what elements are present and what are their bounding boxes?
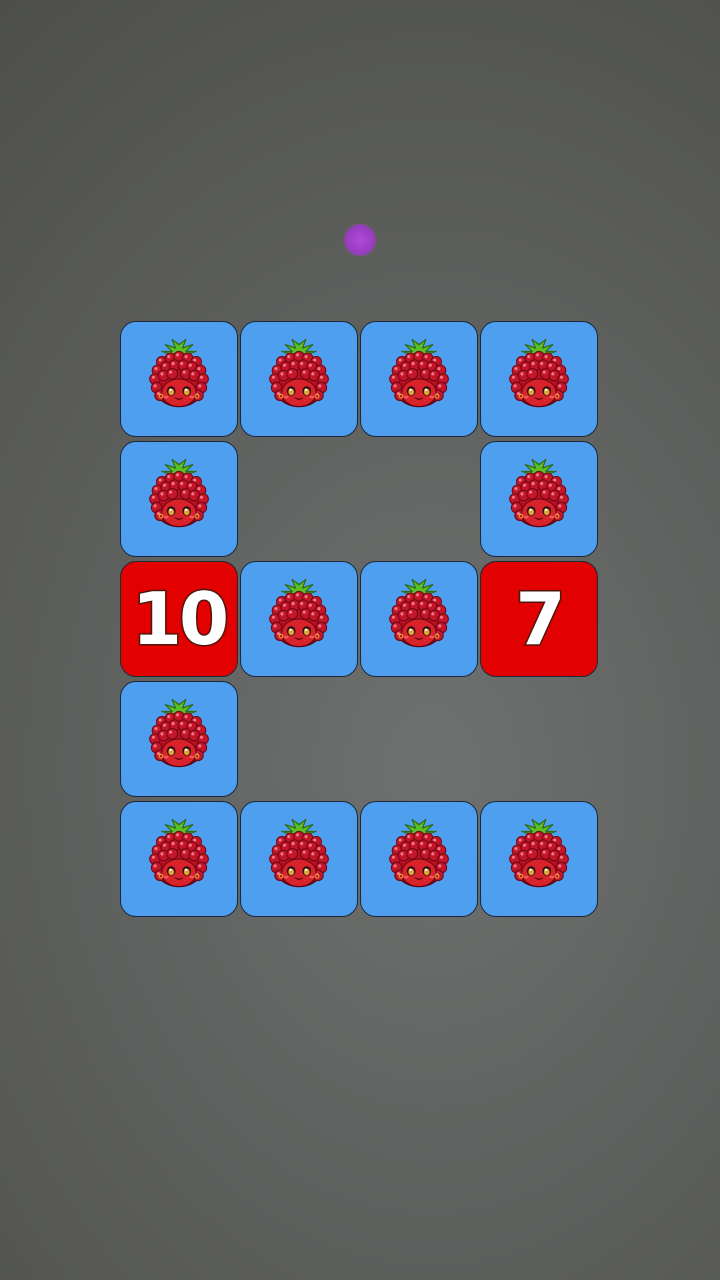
tile-number: 7: [514, 577, 567, 661]
fruit-tile[interactable]: [360, 321, 478, 437]
fruit-tile[interactable]: [120, 801, 238, 917]
raspberry-face-icon: [509, 818, 569, 888]
fruit-tile[interactable]: [480, 441, 598, 557]
raspberry-face-icon: [389, 578, 449, 648]
raspberry-face-icon: [149, 458, 209, 528]
raspberry-face-icon: [149, 698, 209, 768]
number-tile[interactable]: 7: [480, 561, 598, 677]
game-board: 10 7: [0, 0, 720, 1280]
fruit-tile[interactable]: [360, 561, 478, 677]
raspberry-face-icon: [389, 338, 449, 408]
raspberry-face-icon: [509, 458, 569, 528]
fruit-tile[interactable]: [240, 321, 358, 437]
raspberry-face-icon: [269, 338, 329, 408]
raspberry-face-icon: [149, 818, 209, 888]
fruit-tile[interactable]: [240, 801, 358, 917]
raspberry-face-icon: [509, 338, 569, 408]
number-tile[interactable]: 10: [120, 561, 238, 677]
raspberry-face-icon: [389, 818, 449, 888]
fruit-tile[interactable]: [240, 561, 358, 677]
tile-number: 10: [130, 577, 230, 661]
raspberry-face-icon: [269, 818, 329, 888]
fruit-tile[interactable]: [120, 441, 238, 557]
fruit-tile[interactable]: [480, 321, 598, 437]
fruit-tile[interactable]: [360, 801, 478, 917]
raspberry-face-icon: [149, 338, 209, 408]
raspberry-face-icon: [269, 578, 329, 648]
fruit-tile[interactable]: [120, 321, 238, 437]
fruit-tile[interactable]: [480, 801, 598, 917]
fruit-tile[interactable]: [120, 681, 238, 797]
